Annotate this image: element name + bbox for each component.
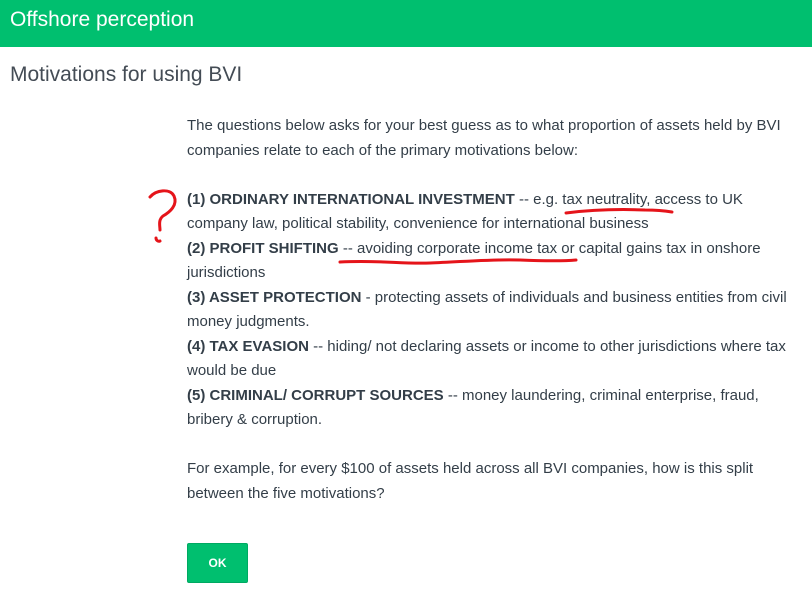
question-mark-annotation [148, 189, 177, 243]
motivation-item-4: (4) TAX EVASION -- hiding/ not declaring… [187, 335, 787, 384]
motivation-heading: (4) TAX EVASION [187, 337, 309, 355]
motivation-heading: (1) ORDINARY INTERNATIONAL INVESTMENT [187, 190, 515, 208]
question-block: The questions below asks for your best g… [187, 114, 787, 506]
survey-header: Offshore perception [0, 0, 812, 47]
question-example: For example, for every $100 of assets he… [187, 460, 754, 502]
ok-button[interactable]: OK [187, 543, 248, 583]
motivation-item-2: (2) PROFIT SHIFTING -- avoiding corporat… [187, 237, 787, 286]
motivation-item-5: (5) CRIMINAL/ CORRUPT SOURCES -- money l… [187, 384, 787, 433]
motivation-heading: (2) PROFIT SHIFTING [187, 239, 339, 257]
motivation-item-1: (1) ORDINARY INTERNATIONAL INVESTMENT --… [187, 188, 787, 237]
motivation-heading: (5) CRIMINAL/ CORRUPT SOURCES [187, 386, 444, 404]
question-intro: The questions below asks for your best g… [187, 117, 781, 159]
motivation-item-3: (3) ASSET PROTECTION - protecting assets… [187, 286, 787, 335]
survey-title: Offshore perception [10, 8, 195, 31]
motivation-heading: (3) ASSET PROTECTION [187, 288, 362, 306]
page-title: Motivations for using BVI [10, 63, 243, 86]
